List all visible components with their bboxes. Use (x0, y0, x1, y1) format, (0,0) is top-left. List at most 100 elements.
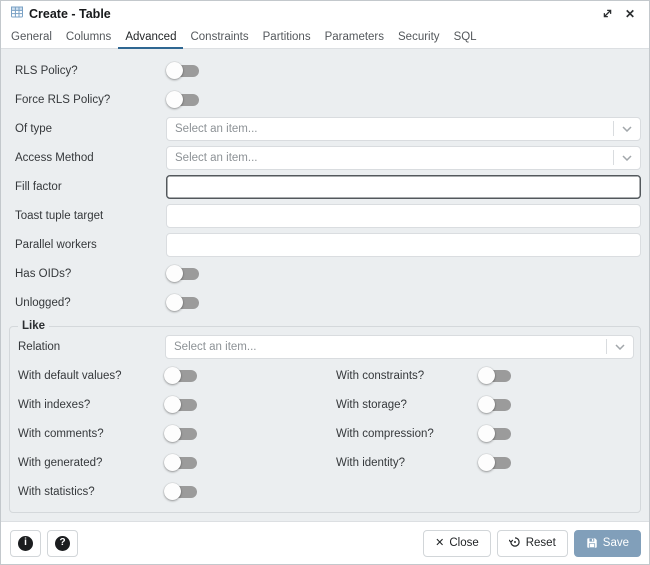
with-indexes-label: With indexes? (18, 398, 91, 411)
expand-icon[interactable] (598, 5, 616, 23)
field-row-has-oids: Has OIDs? (9, 259, 641, 288)
of-type-label: Of type (15, 122, 53, 135)
access-method-label: Access Method (15, 151, 94, 164)
with-compression-toggle[interactable] (478, 424, 512, 443)
select-placeholder: Select an item... (174, 340, 257, 353)
unlogged-toggle[interactable] (166, 293, 200, 312)
toast-tuple-target-input[interactable] (166, 203, 641, 228)
has-oids-toggle[interactable] (166, 264, 200, 283)
save-button[interactable]: Save (573, 529, 641, 557)
reset-button-label: Reset (525, 537, 556, 549)
toast-tuple-target-label: Toast tuple target (15, 209, 104, 222)
field-row-with-constraints: With constraints? (336, 361, 634, 390)
tab-constraints[interactable]: Constraints (183, 26, 255, 49)
parallel-workers-label: Parallel workers (15, 238, 97, 251)
force-rls-policy-toggle[interactable] (166, 90, 200, 109)
has-oids-label: Has OIDs? (15, 267, 72, 280)
toggle-knob (164, 395, 181, 413)
field-row-with-compression: With compression? (336, 419, 634, 448)
toggle-knob (166, 61, 183, 79)
field-row-parallel-workers: Parallel workers (9, 230, 641, 259)
field-row-rls-policy: RLS Policy? (9, 56, 641, 85)
field-row-with-default-values: With default values? (16, 361, 314, 390)
save-button-label: Save (602, 537, 629, 549)
toggle-knob (164, 424, 181, 442)
with-compression-label: With compression? (336, 427, 434, 440)
dialog-title: Create - Table (29, 6, 111, 21)
with-generated-toggle[interactable] (164, 453, 198, 472)
reset-button[interactable]: Reset (496, 529, 568, 557)
reset-icon (508, 536, 521, 551)
toggle-knob (166, 293, 183, 311)
tab-parameters[interactable]: Parameters (318, 26, 391, 49)
chevron-down-icon[interactable] (614, 154, 640, 161)
table-icon (10, 5, 24, 22)
select-placeholder: Select an item... (175, 151, 258, 164)
fill-factor-label: Fill factor (15, 180, 62, 193)
with-generated-label: With generated? (18, 456, 103, 469)
field-row-with-statistics: With statistics? (16, 477, 314, 506)
field-row-unlogged: Unlogged? (9, 288, 641, 317)
with-identity-toggle[interactable] (478, 453, 512, 472)
force-rls-policy-label: Force RLS Policy? (15, 93, 111, 106)
relation-label: Relation (18, 340, 61, 353)
toggle-knob (478, 395, 495, 413)
toggle-knob (478, 366, 495, 384)
close-x-icon: ✕ (435, 536, 445, 549)
field-row-relation: Relation Select an item... (16, 332, 634, 361)
select-placeholder: Select an item... (175, 122, 258, 135)
tab-columns[interactable]: Columns (59, 26, 118, 49)
toggle-knob (164, 482, 181, 500)
close-icon[interactable]: ✕ (621, 5, 639, 23)
with-indexes-toggle[interactable] (164, 395, 198, 414)
field-row-with-comments: With comments? (16, 419, 314, 448)
dialog-help-button[interactable]: ? (47, 529, 78, 557)
with-statistics-label: With statistics? (18, 485, 95, 498)
tab-security[interactable]: Security (391, 26, 447, 49)
rls-policy-toggle[interactable] (166, 61, 200, 80)
sql-help-button[interactable]: i (10, 529, 41, 557)
with-comments-toggle[interactable] (164, 424, 198, 443)
unlogged-label: Unlogged? (15, 296, 71, 309)
parallel-workers-input[interactable] (166, 232, 641, 257)
chevron-down-icon[interactable] (614, 125, 640, 132)
info-icon: i (18, 535, 33, 551)
toggle-knob (164, 453, 181, 471)
field-row-with-storage: With storage? (336, 390, 634, 419)
with-statistics-toggle[interactable] (164, 482, 198, 501)
tab-advanced[interactable]: Advanced (118, 26, 184, 49)
like-toggle-grid: With default values? With constraints? W… (16, 361, 634, 506)
field-row-force-rls-policy: Force RLS Policy? (9, 85, 641, 114)
field-row-fill-factor: Fill factor (9, 172, 641, 201)
fill-factor-input[interactable] (166, 174, 641, 199)
save-icon (586, 537, 598, 549)
toggle-knob (166, 90, 183, 108)
tab-general[interactable]: General (4, 26, 59, 49)
with-storage-label: With storage? (336, 398, 407, 411)
with-default-values-label: With default values? (18, 369, 122, 382)
tab-partitions[interactable]: Partitions (256, 26, 318, 49)
dialog-titlebar: Create - Table ✕ (1, 1, 649, 26)
close-button[interactable]: ✕ Close (423, 529, 491, 557)
create-table-dialog: Create - Table ✕ General Columns Advance… (0, 0, 650, 565)
close-button-label: Close (449, 537, 479, 549)
toggle-knob (478, 424, 495, 442)
field-row-toast-tuple-target: Toast tuple target (9, 201, 641, 230)
toggle-knob (478, 453, 495, 471)
tab-sql[interactable]: SQL (447, 26, 484, 49)
with-default-values-toggle[interactable] (164, 366, 198, 385)
with-storage-toggle[interactable] (478, 395, 512, 414)
with-constraints-label: With constraints? (336, 369, 425, 382)
field-row-with-generated: With generated? (16, 448, 314, 477)
with-comments-label: With comments? (18, 427, 104, 440)
toggle-knob (166, 264, 183, 282)
help-icon: ? (55, 535, 70, 551)
rls-policy-label: RLS Policy? (15, 64, 78, 77)
access-method-select[interactable]: Select an item... (166, 145, 641, 170)
advanced-tab-panel: RLS Policy? Force RLS Policy? Of type Se… (1, 49, 649, 521)
of-type-select[interactable]: Select an item... (166, 116, 641, 141)
relation-select[interactable]: Select an item... (165, 334, 634, 359)
with-constraints-toggle[interactable] (478, 366, 512, 385)
dialog-footer: i ? ✕ Close Reset Save (1, 521, 649, 564)
chevron-down-icon[interactable] (607, 343, 633, 350)
